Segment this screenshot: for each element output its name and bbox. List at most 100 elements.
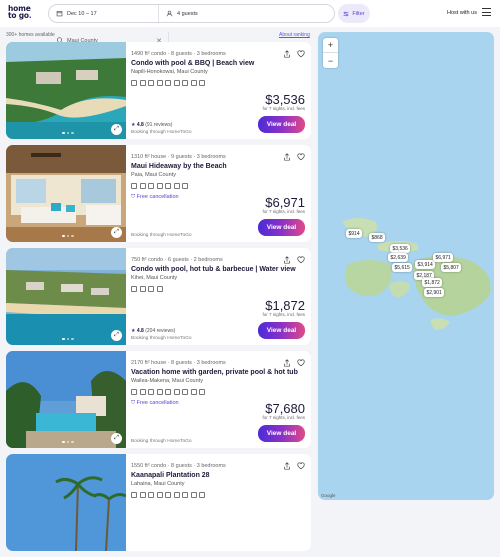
map-price-pin[interactable]: $5,807 — [441, 263, 462, 272]
wifi-icon — [156, 183, 163, 189]
pool-icon — [190, 492, 197, 498]
map-price-pin[interactable]: $6,971 — [433, 253, 454, 262]
wifi-icon — [173, 80, 180, 86]
map-price-pin[interactable]: $914 — [346, 229, 363, 238]
view-deal-button[interactable]: View deal — [258, 425, 305, 442]
listing-title[interactable]: Vacation home with garden, private pool … — [131, 369, 298, 376]
listing-photo[interactable]: ⤢ — [6, 42, 126, 139]
listing-title[interactable]: Maui Hideaway by the Beach — [131, 163, 291, 170]
expand-photo-icon[interactable]: ⤢ — [111, 227, 122, 238]
hometogo-logo[interactable]: home to go. — [8, 5, 32, 20]
ac-icon — [165, 389, 171, 395]
heart-icon[interactable] — [297, 359, 305, 367]
share-icon[interactable] — [283, 256, 291, 264]
view-deal-button[interactable]: View deal — [258, 322, 305, 339]
listing-meta: 1550 ft² condo · 8 guests · 3 bedrooms — [131, 463, 226, 469]
share-icon[interactable] — [283, 359, 291, 367]
pool-icon — [131, 389, 137, 395]
listing-photo[interactable]: ⤢ — [6, 145, 126, 242]
amenity-icons — [131, 80, 205, 86]
listing-meta: 1310 ft² house · 9 guests · 3 bedrooms — [131, 154, 226, 160]
host-with-us-link[interactable]: Host with us — [447, 10, 477, 16]
heart-icon[interactable] — [297, 462, 305, 470]
ac-icon — [156, 286, 163, 292]
price-subtext: for 7 nights, incl. fees — [262, 106, 305, 111]
tv-icon — [148, 80, 154, 86]
listing-title[interactable]: Condo with pool, hot tub & barbecue | Wa… — [131, 266, 296, 273]
listing-title[interactable]: Condo with pool & BBQ | Beach view — [131, 60, 291, 67]
kitchen-icon — [139, 389, 146, 395]
map-panel[interactable]: + − $914 $868 $3,536 $2,639 $3,914 $6,97… — [318, 32, 494, 500]
map-price-pin[interactable]: $1,872 — [422, 278, 443, 287]
listing-location: Kihei, Maui County — [131, 275, 178, 281]
listing-photo[interactable]: ⤢ — [6, 351, 126, 448]
amenity-icons — [131, 286, 163, 292]
amenity-icons — [131, 389, 205, 395]
amenity-icons — [131, 183, 188, 189]
map-price-pin[interactable]: $2,639 — [388, 253, 409, 262]
filter-button[interactable]: Filter — [338, 4, 370, 23]
hamburger-menu-icon[interactable] — [482, 8, 491, 16]
kitchen-icon — [139, 286, 146, 292]
listing-title[interactable]: Kaanapali Plantation 28 — [131, 472, 291, 479]
expand-photo-icon[interactable]: ⤢ — [111, 124, 122, 135]
share-icon[interactable] — [283, 153, 291, 161]
listing-card[interactable]: 1550 ft² condo · 8 guests · 3 bedrooms K… — [6, 454, 311, 551]
bbq-icon — [199, 80, 205, 86]
bbq-icon — [182, 183, 188, 189]
map-price-pin[interactable]: $3,536 — [390, 244, 411, 253]
rating: ★ 4.8 (204 reviews) — [131, 328, 176, 334]
listing-photo[interactable]: ⤢ — [6, 248, 126, 345]
map-price-pin[interactable]: $5,615 — [392, 263, 413, 272]
expand-photo-icon[interactable]: ⤢ — [111, 330, 122, 341]
parking-icon — [182, 389, 188, 395]
guests-field[interactable]: 4 guests — [159, 5, 215, 22]
calendar-icon — [56, 11, 63, 17]
map-price-pin[interactable]: $2,901 — [424, 288, 445, 297]
zoom-out-button[interactable]: − — [323, 53, 338, 68]
view-deal-button[interactable]: View deal — [258, 219, 305, 236]
heart-icon[interactable] — [297, 50, 305, 58]
listing-card[interactable]: ⤢ 2170 ft² house · 8 guests · 3 bedrooms… — [6, 351, 311, 448]
zoom-in-button[interactable]: + — [323, 38, 338, 53]
top-header: home to go. Maui County ✕ Dec 10 – 17 4 … — [0, 0, 500, 49]
washer-icon — [139, 183, 146, 189]
price-subtext: for 7 nights, incl. fees — [262, 209, 305, 214]
bbq-icon — [190, 389, 197, 395]
map-price-pin[interactable]: $868 — [369, 233, 386, 242]
price: $1,872 — [265, 298, 305, 313]
free-cancellation: ⛉ Free cancellation — [131, 194, 179, 200]
photo-pagination — [62, 440, 74, 443]
hot-tub-icon — [199, 389, 205, 395]
about-ranking-link[interactable]: About ranking — [279, 32, 310, 38]
map-price-pin[interactable]: $3,914 — [415, 260, 436, 269]
view-deal-button[interactable]: View deal — [258, 116, 305, 133]
wifi-icon — [173, 389, 180, 395]
pool-garden-photo — [6, 351, 126, 448]
ac-icon — [165, 492, 171, 498]
shield-check-icon: ⛉ — [131, 194, 136, 200]
expand-photo-icon[interactable]: ⤢ — [111, 433, 122, 444]
share-icon[interactable] — [283, 462, 291, 470]
listing-photo[interactable] — [6, 454, 126, 551]
tv-icon — [148, 183, 154, 189]
listing-card[interactable]: ⤢ 750 ft² condo · 6 guests · 2 bedrooms … — [6, 248, 311, 345]
listing-card[interactable]: ⤢ 1310 ft² house · 9 guests · 3 bedrooms… — [6, 145, 311, 242]
tv-icon — [148, 389, 154, 395]
heart-icon[interactable] — [297, 256, 305, 264]
ac-icon — [165, 80, 171, 86]
parking-icon — [173, 183, 180, 189]
parking-icon — [182, 492, 188, 498]
palm-tree-photo — [6, 454, 126, 551]
listing-card[interactable]: ⤢ 1490 ft² condo · 8 guests · 3 bedrooms… — [6, 42, 311, 139]
search-bar: Maui County ✕ Dec 10 – 17 4 guests — [48, 4, 335, 49]
share-icon[interactable] — [283, 50, 291, 58]
ac-icon — [165, 183, 171, 189]
shield-check-icon: ⛉ — [131, 400, 136, 406]
washer-icon — [156, 492, 163, 498]
heart-icon[interactable] — [297, 153, 305, 161]
dates-field[interactable]: Dec 10 – 17 — [49, 5, 159, 22]
listing-location: Wailea-Makena, Maui County — [131, 378, 203, 384]
booking-note: Booking through HomeToGo — [131, 130, 192, 135]
dates-value: Dec 10 – 17 — [67, 10, 97, 17]
